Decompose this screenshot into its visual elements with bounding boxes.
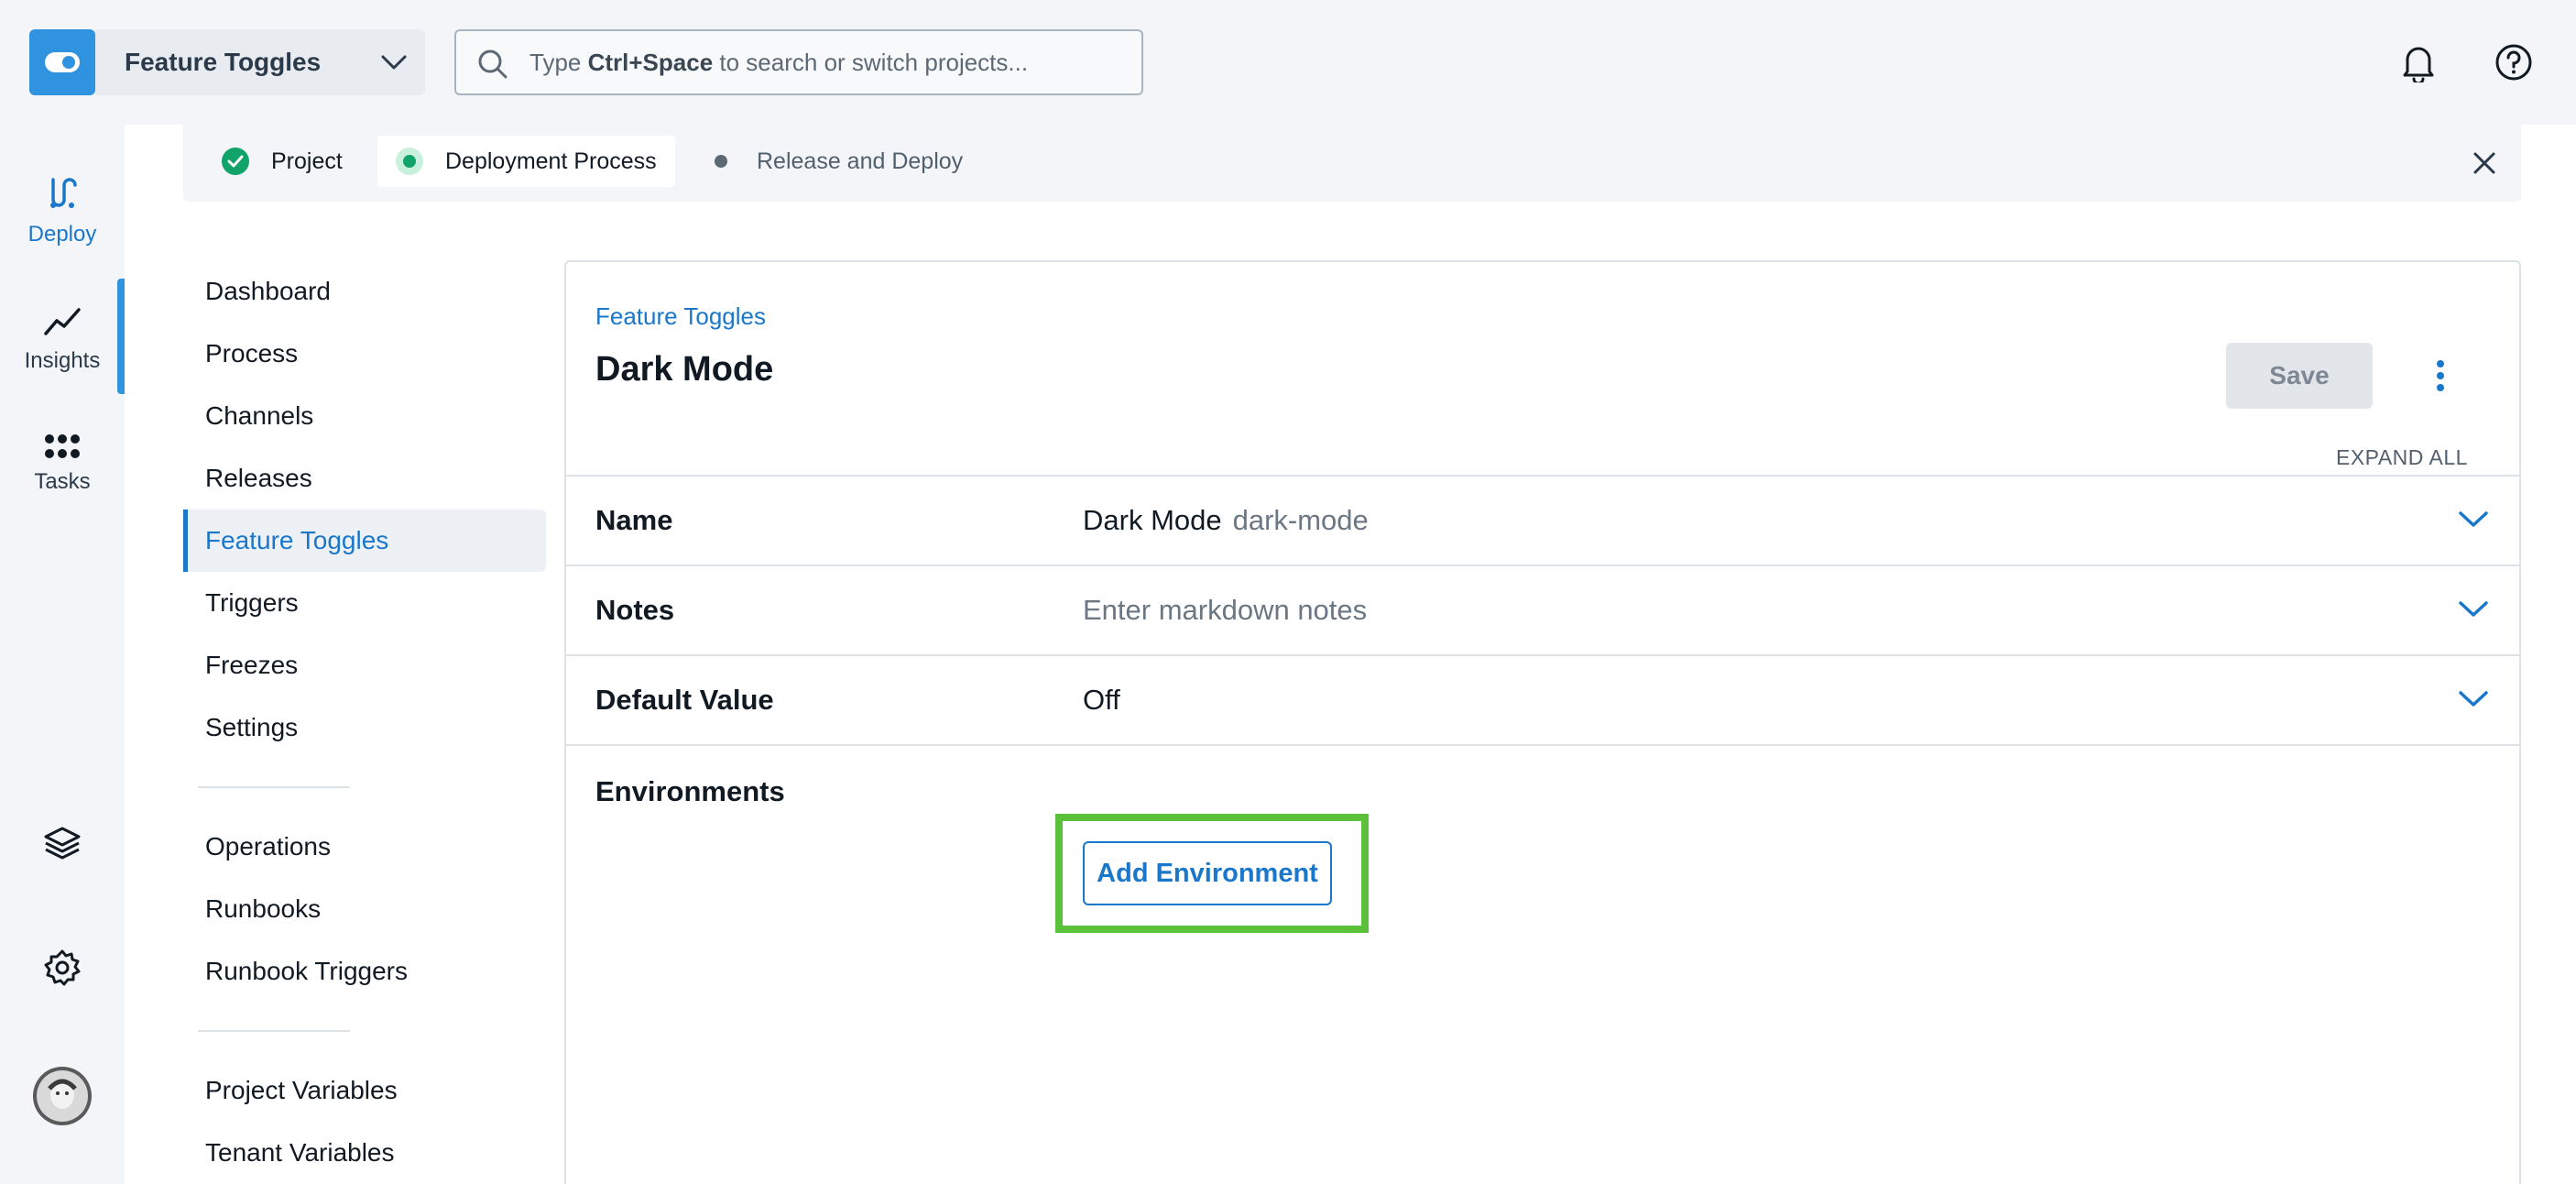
sidenav-item-runbook-triggers[interactable]: Runbook Triggers [183, 940, 546, 1003]
default-value-row[interactable]: Default Value Off [566, 654, 2519, 744]
main-panel: Project Deployment Process Release and D… [125, 125, 2576, 1184]
rail-item-label: Deploy [27, 222, 97, 247]
project-switcher[interactable]: Feature Toggles [95, 29, 425, 95]
breadcrumb[interactable]: Feature Toggles [595, 302, 766, 331]
onboarding-stepper: Project Deployment Process Release and D… [183, 125, 2521, 202]
step-release-and-deploy[interactable]: Release and Deploy [707, 136, 963, 187]
chevron-down-icon[interactable] [2457, 508, 2490, 530]
sidenav-item-operations[interactable]: Operations [183, 816, 546, 878]
feature-toggle-editor: Feature Toggles Dark Mode Save EXPAND AL… [564, 260, 2521, 1184]
step-label: Deployment Process [445, 148, 657, 174]
sidenav-item-channels[interactable]: Channels [183, 385, 546, 447]
library-button[interactable] [0, 823, 125, 872]
chevron-down-icon[interactable] [2457, 687, 2490, 709]
row-label: Default Value [595, 684, 774, 716]
layers-icon [44, 827, 81, 860]
more-options-button[interactable] [2415, 350, 2466, 401]
rail-item-insights[interactable]: Insights [0, 302, 125, 374]
sidenav-item-dashboard[interactable]: Dashboard [183, 260, 546, 323]
help-icon [2495, 44, 2532, 81]
rail-item-label: Insights [24, 348, 101, 373]
more-vertical-icon [2437, 360, 2444, 391]
close-icon[interactable] [2470, 148, 2499, 178]
save-button[interactable]: Save [2226, 343, 2373, 409]
sidenav-divider [198, 1030, 350, 1032]
bell-icon [2403, 47, 2434, 82]
row-divider [566, 744, 2519, 746]
add-environment-button[interactable]: Add Environment [1083, 841, 1332, 905]
notifications-button[interactable] [2393, 37, 2444, 88]
tasks-icon [45, 434, 80, 458]
help-button[interactable] [2488, 37, 2539, 88]
avatar[interactable] [0, 1067, 125, 1135]
project-sidenav: Dashboard Process Channels Releases Feat… [183, 260, 546, 1184]
step-label: Release and Deploy [757, 148, 964, 174]
rail-item-tasks[interactable]: Tasks [0, 433, 125, 495]
notes-placeholder: Enter markdown notes [1083, 594, 1368, 626]
name-row[interactable]: Name Dark Mode dark-mode [566, 475, 2519, 565]
sidenav-item-triggers[interactable]: Triggers [183, 572, 546, 634]
name-value: Dark Mode dark-mode [1083, 504, 1369, 536]
environments-label: Environments [595, 775, 785, 807]
chevron-down-icon [381, 55, 407, 70]
sidenav-item-feature-toggles[interactable]: Feature Toggles [183, 510, 546, 572]
gear-icon [44, 949, 81, 986]
rail-item-deploy[interactable]: Deploy [0, 172, 125, 247]
current-step-icon [396, 148, 423, 175]
pending-step-icon [707, 148, 735, 175]
sidenav-item-tenant-variables[interactable]: Tenant Variables [183, 1122, 546, 1184]
top-bar: Feature Toggles Type Ctrl+Space to searc… [0, 0, 2576, 125]
step-deployment-process[interactable]: Deployment Process [377, 136, 675, 187]
left-rail: Deploy Insights Tasks [0, 125, 125, 1184]
check-circle-icon [222, 148, 249, 175]
slug-value: dark-mode [1232, 504, 1369, 536]
configuration-button[interactable] [0, 948, 125, 997]
search-input[interactable]: Type Ctrl+Space to search or switch proj… [454, 29, 1143, 95]
row-label: Notes [595, 594, 675, 626]
sidenav-item-process[interactable]: Process [183, 323, 546, 385]
row-label: Name [595, 504, 673, 536]
logo-toggle-button[interactable] [29, 29, 95, 95]
sidenav-item-project-variables[interactable]: Project Variables [183, 1059, 546, 1122]
sidenav-item-releases[interactable]: Releases [183, 447, 546, 510]
rail-item-label: Tasks [34, 469, 91, 494]
sidenav-item-freezes[interactable]: Freezes [183, 634, 546, 696]
notes-row[interactable]: Notes Enter markdown notes [566, 565, 2519, 654]
search-icon [478, 49, 508, 79]
step-label: Project [271, 148, 343, 174]
deploy-icon [50, 178, 77, 208]
project-switcher-label: Feature Toggles [125, 48, 322, 76]
default-value: Off [1083, 684, 1120, 716]
expand-all-link[interactable]: EXPAND ALL [2336, 445, 2468, 470]
sidenav-divider [198, 786, 350, 788]
chevron-down-icon[interactable] [2457, 597, 2490, 619]
toggle-icon [45, 52, 80, 72]
sidenav-item-runbooks[interactable]: Runbooks [183, 878, 546, 940]
search-placeholder: Type Ctrl+Space to search or switch proj… [529, 48, 1029, 76]
sidenav-item-settings[interactable]: Settings [183, 696, 546, 759]
user-avatar-image [33, 1067, 92, 1125]
page-title: Dark Mode [595, 350, 774, 389]
insights-icon [44, 308, 81, 335]
step-project[interactable]: Project [222, 136, 343, 187]
